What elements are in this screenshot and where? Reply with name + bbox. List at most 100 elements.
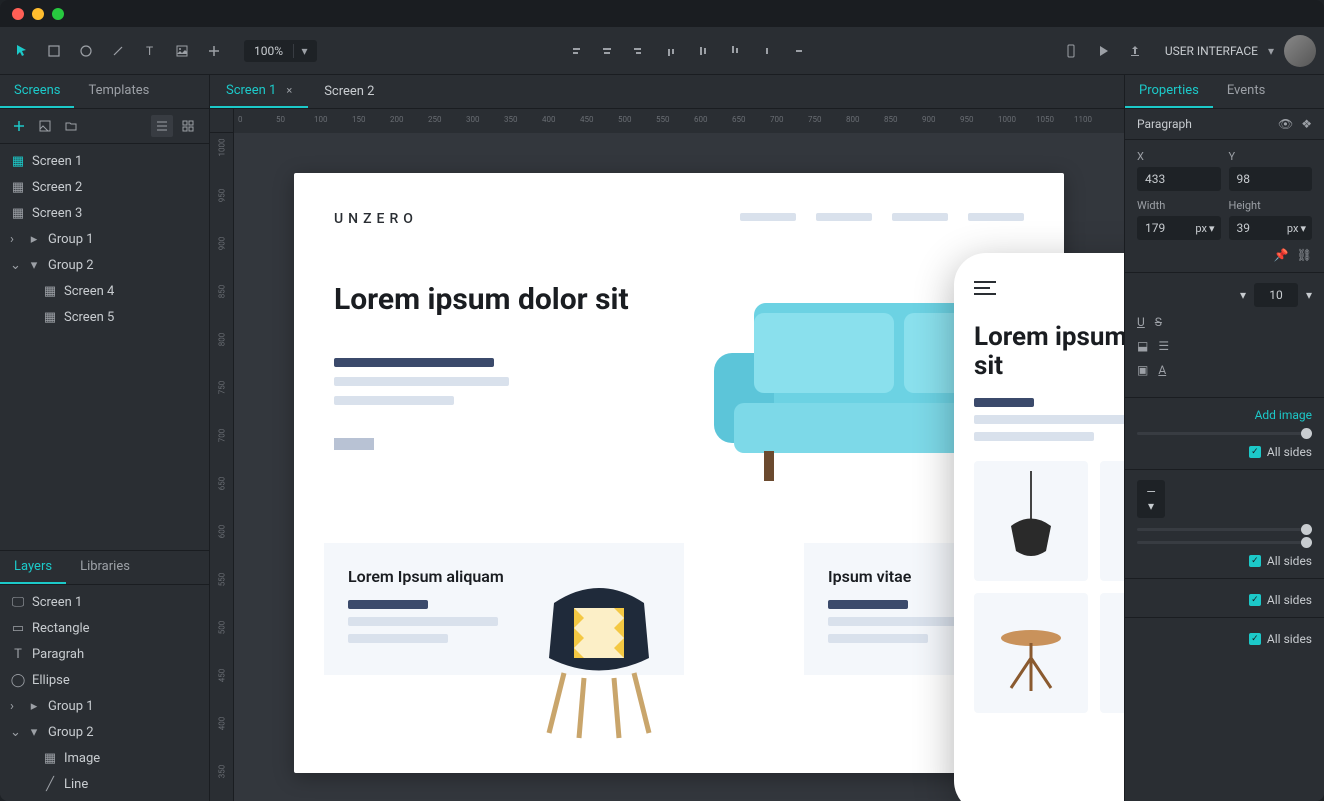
product-table <box>974 593 1088 713</box>
unit-select[interactable]: px▾ <box>1281 216 1312 240</box>
chevron-right-icon[interactable]: › <box>10 232 20 247</box>
add-tool[interactable] <box>200 37 228 65</box>
all-sides-checkbox[interactable]: ✓ <box>1249 594 1261 606</box>
height-input[interactable] <box>1229 216 1281 240</box>
document-tab-2[interactable]: Screen 2 <box>308 75 390 108</box>
image-tool[interactable] <box>168 37 196 65</box>
design-canvas[interactable]: UNZERO Lorem ipsum dolor sit <box>234 133 1124 801</box>
nav-placeholder <box>740 213 1024 221</box>
align-bottom-icon[interactable]: ⬓ <box>1137 339 1148 353</box>
border-style-select[interactable]: —▾ <box>1137 480 1165 518</box>
rectangle-tool[interactable] <box>40 37 68 65</box>
screen-item-4[interactable]: ▦Screen 4 <box>0 278 209 304</box>
zoom-level[interactable]: 100% ▾ <box>244 40 317 62</box>
tab-properties[interactable]: Properties <box>1125 75 1213 108</box>
device-preview-icon[interactable] <box>1057 37 1085 65</box>
visibility-icon[interactable]: 👁 <box>1278 117 1293 131</box>
document-tab-1[interactable]: Screen 1× <box>210 75 308 108</box>
align-left-icon[interactable] <box>561 37 589 65</box>
ellipse-tool[interactable] <box>72 37 100 65</box>
unit-select[interactable]: px▾ <box>1189 216 1220 240</box>
chevron-down-icon[interactable]: ▾ <box>1306 288 1312 302</box>
tab-layers[interactable]: Layers <box>0 551 66 584</box>
product-lamp <box>974 461 1088 581</box>
user-avatar[interactable] <box>1284 35 1316 67</box>
screen-item-2[interactable]: ▦Screen 2 <box>0 174 209 200</box>
bounds-icon[interactable]: ▣ <box>1137 363 1148 377</box>
list-view-icon[interactable] <box>151 115 173 137</box>
play-icon[interactable] <box>1089 37 1117 65</box>
chevron-down-icon[interactable]: ▾ <box>1268 44 1274 58</box>
border-slider-1[interactable] <box>1137 528 1312 531</box>
chevron-down-icon[interactable]: ▾ <box>1240 288 1246 302</box>
tab-libraries[interactable]: Libraries <box>66 551 144 584</box>
align-right-icon[interactable] <box>625 37 653 65</box>
tab-screens[interactable]: Screens <box>0 75 74 108</box>
group-item-2[interactable]: ⌄▾Group 2 <box>0 252 209 278</box>
properties-panel: Properties Events Paragraph 👁 ❖ X Y <box>1124 75 1324 801</box>
mobile-heading: Lorem ipsum dolor sit <box>974 323 1124 380</box>
layer-line[interactable]: ╱Line <box>0 771 209 797</box>
add-image-link[interactable]: Add image <box>1255 408 1312 422</box>
corner-radius-input[interactable]: 10 <box>1254 283 1298 307</box>
all-sides-checkbox[interactable]: ✓ <box>1249 555 1261 567</box>
width-input[interactable] <box>1137 216 1189 240</box>
chevron-down-icon[interactable]: ▾ <box>293 44 307 58</box>
maximize-window-icon[interactable] <box>52 8 64 20</box>
layer-group2[interactable]: ⌄▾Group 2 <box>0 719 209 745</box>
align-middle-icon[interactable] <box>689 37 717 65</box>
screen-item-1[interactable]: ▦Screen 1 <box>0 148 209 174</box>
page-icon: ▦ <box>42 309 58 325</box>
pin-icon[interactable]: 📌 <box>1274 248 1289 262</box>
close-tab-icon[interactable]: × <box>286 84 292 97</box>
layer-ellipse[interactable]: ◯Ellipse <box>0 667 209 693</box>
align-top-icon[interactable] <box>657 37 685 65</box>
text-color-icon[interactable]: A <box>1158 363 1166 377</box>
x-input[interactable] <box>1137 167 1221 191</box>
tab-templates[interactable]: Templates <box>74 75 163 108</box>
distribute-h-icon[interactable] <box>753 37 781 65</box>
opacity-slider[interactable] <box>1137 432 1312 435</box>
folder-icon: ▾ <box>26 724 42 740</box>
upload-icon[interactable] <box>1121 37 1149 65</box>
folder-plus-icon[interactable] <box>62 117 80 135</box>
group-item-1[interactable]: ›▸Group 1 <box>0 226 209 252</box>
rectangle-icon: ▭ <box>10 620 26 636</box>
link-dimensions-icon[interactable]: ⛓ <box>1297 248 1312 262</box>
chevron-down-icon[interactable]: ⌄ <box>10 725 20 740</box>
image-icon: ▦ <box>42 750 58 766</box>
screen-item-3[interactable]: ▦Screen 3 <box>0 200 209 226</box>
grid-view-icon[interactable] <box>177 115 199 137</box>
align-bottom-icon[interactable] <box>721 37 749 65</box>
all-sides-checkbox[interactable]: ✓ <box>1249 633 1261 645</box>
chevron-down-icon[interactable]: ⌄ <box>10 258 20 273</box>
layer-rectangle[interactable]: ▭Rectangle <box>0 615 209 641</box>
layers-icon[interactable]: ❖ <box>1301 117 1312 131</box>
image-icon[interactable] <box>36 117 54 135</box>
text-tool[interactable]: T <box>136 37 164 65</box>
add-screen-icon[interactable] <box>10 117 28 135</box>
line-tool[interactable] <box>104 37 132 65</box>
screen-item-5[interactable]: ▦Screen 5 <box>0 304 209 330</box>
minimize-window-icon[interactable] <box>32 8 44 20</box>
layer-image[interactable]: ▦Image <box>0 745 209 771</box>
layer-screen1[interactable]: 🖵Screen 1 <box>0 589 209 615</box>
strikethrough-icon[interactable]: S <box>1155 315 1162 329</box>
align-center-h-icon[interactable] <box>593 37 621 65</box>
layer-group1[interactable]: ›▸Group 1 <box>0 693 209 719</box>
cta-placeholder <box>334 438 374 450</box>
artboard-mobile[interactable]: Lorem ipsum dolor sit <box>954 253 1124 801</box>
underline-icon[interactable]: U <box>1137 315 1145 329</box>
product-chair <box>1100 461 1124 581</box>
y-input[interactable] <box>1229 167 1313 191</box>
layer-paragraph[interactable]: TParagrah <box>0 641 209 667</box>
chevron-right-icon[interactable]: › <box>10 699 20 714</box>
tab-events[interactable]: Events <box>1213 75 1279 108</box>
border-slider-2[interactable] <box>1137 541 1312 544</box>
artboard-desktop[interactable]: UNZERO Lorem ipsum dolor sit <box>294 173 1064 773</box>
all-sides-checkbox[interactable]: ✓ <box>1249 446 1261 458</box>
list-icon[interactable]: ☰ <box>1158 339 1169 353</box>
close-window-icon[interactable] <box>12 8 24 20</box>
select-tool[interactable] <box>8 37 36 65</box>
distribute-v-icon[interactable] <box>785 37 813 65</box>
